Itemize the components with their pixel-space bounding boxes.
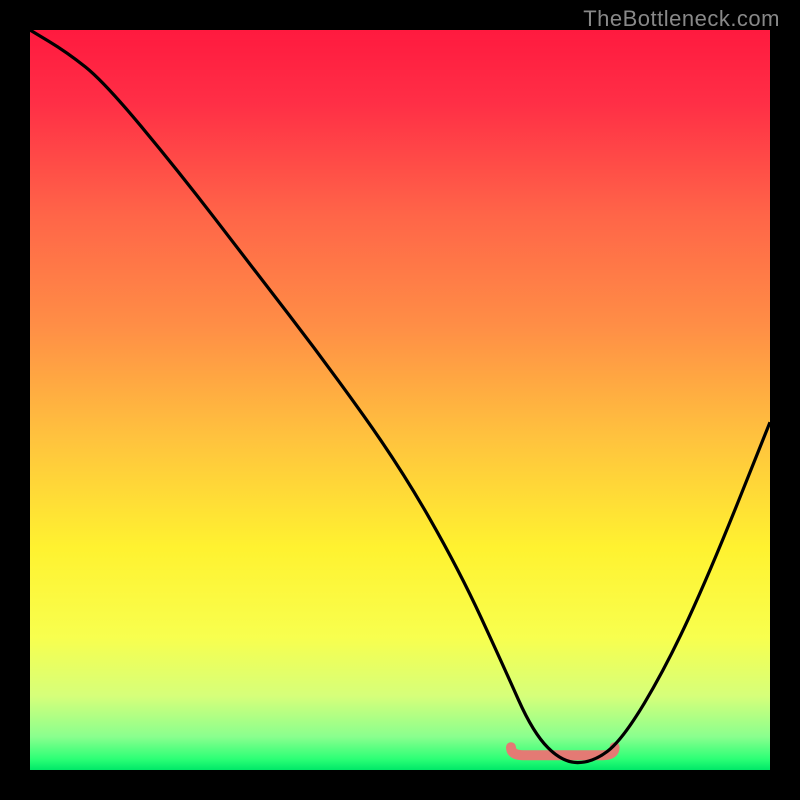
- optimal-segment: [511, 747, 615, 755]
- chart-frame: TheBottleneck.com: [0, 0, 800, 800]
- watermark-text: TheBottleneck.com: [583, 6, 780, 32]
- plot-area: [30, 30, 770, 770]
- bottleneck-curve: [30, 30, 770, 763]
- chart-svg: [30, 30, 770, 770]
